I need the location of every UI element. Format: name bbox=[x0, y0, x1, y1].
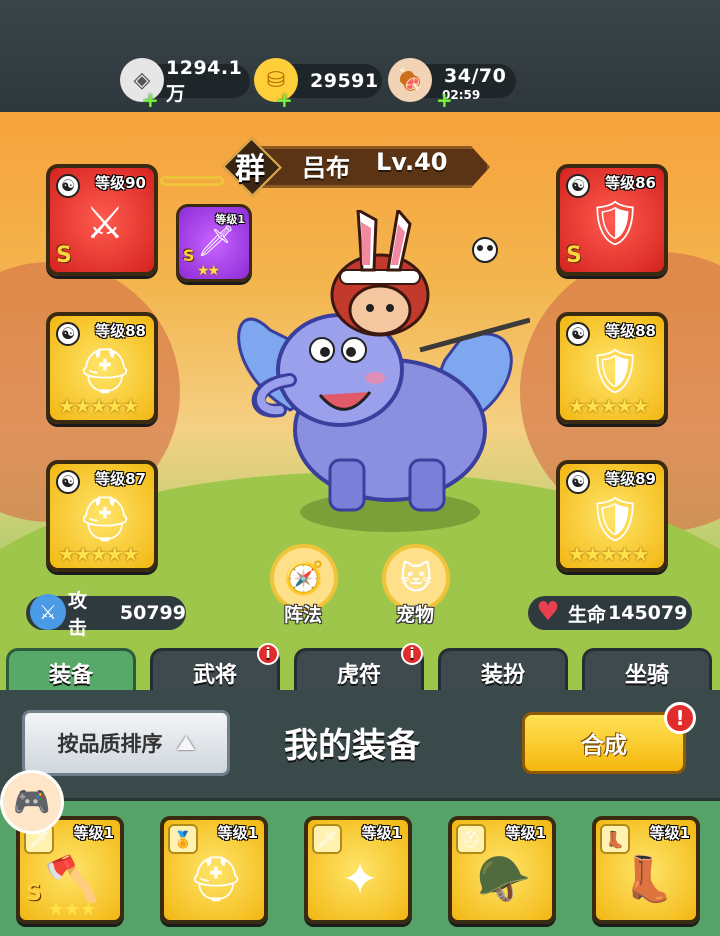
slot-level: 等级88 bbox=[95, 322, 146, 340]
lance-icon: ⚔ bbox=[85, 197, 125, 249]
merge-label: 合成 bbox=[581, 733, 627, 759]
attack-value: 50799 bbox=[119, 602, 186, 624]
slot-grade: S bbox=[56, 243, 72, 268]
add-silver-icon[interactable]: + bbox=[142, 90, 159, 110]
equip-slot-left-1[interactable]: ☯ 等级90 ⚔ S bbox=[46, 164, 158, 276]
item-level: 等级1 bbox=[361, 824, 402, 842]
slot-level: 等级87 bbox=[95, 470, 146, 488]
item-grade: S bbox=[26, 881, 42, 906]
sword-icon: ⚔ bbox=[30, 594, 66, 630]
pet-label: 宠物 bbox=[396, 604, 435, 626]
slot-stars: ★★★★★ bbox=[568, 394, 650, 418]
nameplate-bar bbox=[252, 146, 490, 188]
tab-equipment[interactable]: 装备 bbox=[6, 648, 136, 694]
armor-icon: 🛡 bbox=[587, 494, 643, 545]
boots-icon: 👢 bbox=[620, 854, 676, 905]
slot-stars: ★★★★★ bbox=[58, 394, 140, 418]
hero-nameplate: 群 吕布 Lv.40 bbox=[221, 136, 498, 198]
equip-slot-left-3[interactable]: ☯ 等级87 ⛑ ★★★★★ bbox=[46, 460, 158, 572]
attack-label: 攻击 bbox=[68, 590, 88, 639]
stamina-value: 34/70 bbox=[444, 65, 507, 87]
helmet-icon: ⛑ bbox=[188, 854, 244, 905]
tab-bar: 装备 武将 i 虎符 i 装扮 坐骑 bbox=[0, 643, 720, 694]
equipment-panel: 按品质排序 我的装备 合成 ! 🗡 等级1 🪓 S ★★★ 🏅 等级1 ⛑ 🗡 … bbox=[0, 690, 720, 936]
slot-grade: S bbox=[566, 243, 582, 268]
equip-slot-right-2[interactable]: ☯ 等级88 🛡 ★★★★★ bbox=[556, 312, 668, 424]
tab-tiger-tally[interactable]: 虎符 i bbox=[294, 643, 424, 694]
add-stamina-icon[interactable]: + bbox=[436, 90, 453, 110]
helmet-icon: 🪖 bbox=[476, 854, 532, 905]
equip-slot-right-3[interactable]: ☯ 等级89 🛡 ★★★★★ bbox=[556, 460, 668, 572]
shuriken-icon: ✦ bbox=[341, 853, 379, 905]
merge-alert-badge: ! bbox=[664, 702, 696, 734]
tab-costume[interactable]: 装扮 bbox=[438, 648, 568, 694]
attack-stat: ⚔ 攻击 50799 bbox=[26, 590, 186, 639]
inventory-item[interactable]: 🗡 等级1 ✦ bbox=[304, 816, 412, 924]
hp-value: 145079 bbox=[608, 602, 688, 624]
compass-icon: 🧭 bbox=[284, 559, 324, 597]
silver-value: 1294.1万 bbox=[166, 56, 243, 105]
cat-icon: 🐱 bbox=[399, 559, 433, 597]
gamepad-button[interactable]: 🎮 bbox=[0, 770, 64, 834]
notification-badge: i bbox=[401, 643, 423, 665]
tab-label: 虎符 bbox=[336, 662, 381, 688]
hero-name: 吕布 bbox=[302, 154, 350, 182]
gold-resource: ⛁ 29591 + bbox=[254, 58, 382, 110]
add-gold-icon[interactable]: + bbox=[276, 90, 293, 110]
triangle-up-icon bbox=[176, 736, 195, 750]
inventory-item[interactable]: ⛑ 等级1 🪖 bbox=[448, 816, 556, 924]
hp-label: 生命 bbox=[568, 603, 607, 626]
hero-mount-illustration[interactable] bbox=[230, 206, 550, 530]
armor-icon: 🛡 bbox=[587, 198, 643, 249]
sort-label: 按品质排序 bbox=[57, 732, 163, 756]
tab-label: 坐骑 bbox=[624, 662, 669, 688]
faction-label: 群 bbox=[235, 152, 265, 187]
slot-stars: ★★★★★ bbox=[58, 542, 140, 566]
item-level: 等级1 bbox=[73, 824, 114, 842]
item-stars: ★★★ bbox=[48, 899, 97, 920]
item-level: 等级1 bbox=[217, 824, 258, 842]
gold-value: 29591 bbox=[310, 70, 379, 92]
tab-label: 装备 bbox=[48, 662, 93, 688]
panel-title: 我的装备 bbox=[284, 726, 420, 766]
merge-button[interactable]: 合成 bbox=[522, 712, 686, 774]
heart-icon: ♥ bbox=[536, 597, 560, 627]
item-level: 等级1 bbox=[505, 824, 546, 842]
hero-mount-svg bbox=[237, 206, 550, 512]
slot-level: 等级89 bbox=[605, 470, 656, 488]
chain-link bbox=[160, 176, 224, 186]
silver-resource: ◈ 1294.1万 + bbox=[120, 57, 250, 110]
meat-icon: 🍖 bbox=[388, 58, 432, 102]
hero-level: Lv.40 bbox=[376, 148, 448, 176]
armor-icon: 🛡 bbox=[587, 346, 643, 397]
helmet-icon: ⛑ bbox=[77, 494, 133, 545]
tab-mount[interactable]: 坐骑 bbox=[582, 648, 712, 694]
slot-level: 等级86 bbox=[605, 174, 656, 192]
notification-badge: i bbox=[257, 643, 279, 665]
tab-generals[interactable]: 武将 i bbox=[150, 643, 280, 694]
slot-level: 等级90 bbox=[95, 174, 146, 192]
inventory-item[interactable]: 🏅 等级1 ⛑ bbox=[160, 816, 268, 924]
sort-button[interactable]: 按品质排序 bbox=[22, 710, 230, 776]
item-level: 等级1 bbox=[649, 824, 690, 842]
top-resource-bar: ◈ 1294.1万 + ⛁ 29591 + 🍖 34/70 02:59 + bbox=[0, 0, 720, 112]
formation-label: 阵法 bbox=[284, 604, 323, 626]
equip-slot-right-1[interactable]: ☯ 等级86 🛡 S bbox=[556, 164, 668, 276]
tab-label: 装扮 bbox=[480, 662, 525, 688]
hp-stat: ♥ 生命 145079 bbox=[528, 596, 692, 630]
panel-header: 按品质排序 我的装备 合成 ! bbox=[0, 690, 720, 801]
gamepad-icon: 🎮 bbox=[13, 784, 51, 820]
slot-level: 等级88 bbox=[605, 322, 656, 340]
slot-stars: ★★ bbox=[197, 263, 220, 279]
equip-slot-left-2[interactable]: ☯ 等级88 ⛑ ★★★★★ bbox=[46, 312, 158, 424]
helmet-icon: ⛑ bbox=[77, 346, 133, 397]
stamina-resource: 🍖 34/70 02:59 + bbox=[388, 58, 516, 110]
slot-stars: ★★★★★ bbox=[568, 542, 650, 566]
inventory-item[interactable]: 👢 等级1 👢 bbox=[592, 816, 700, 924]
slot-grade: S bbox=[183, 246, 195, 265]
tab-label: 武将 bbox=[192, 662, 237, 688]
